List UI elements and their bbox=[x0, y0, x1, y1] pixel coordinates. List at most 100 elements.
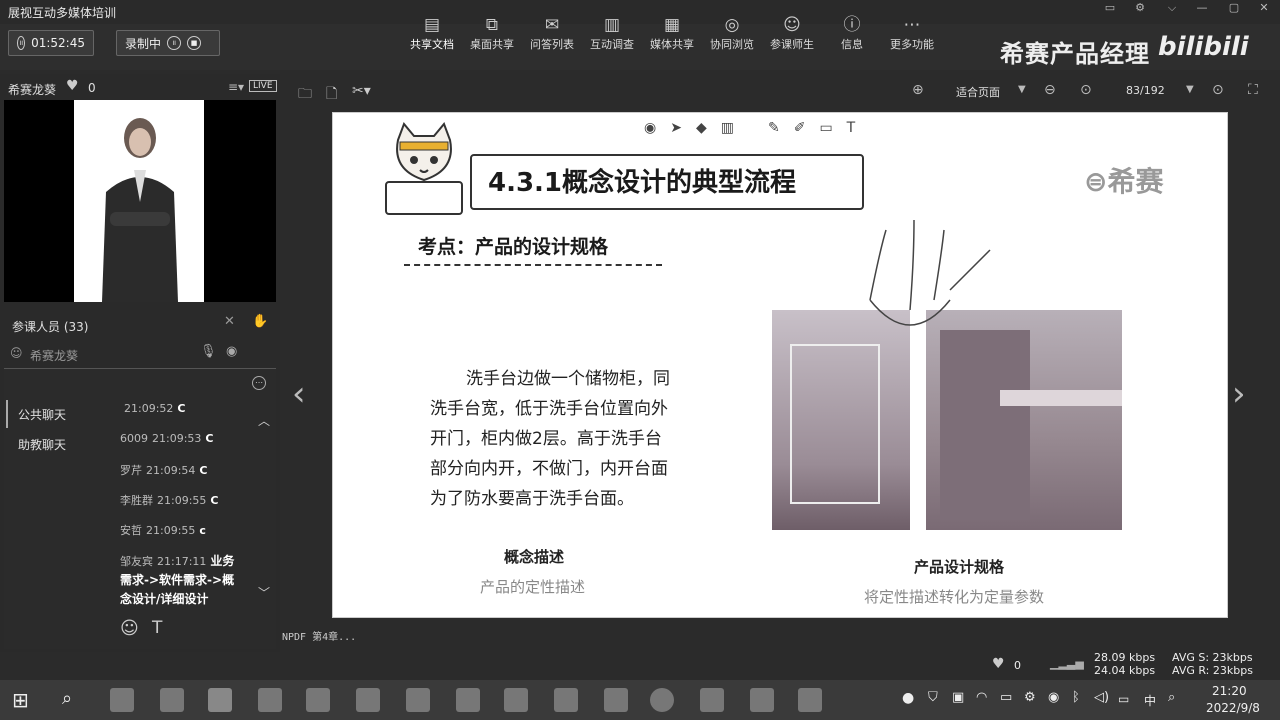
volume-icon[interactable]: ◁) bbox=[1094, 690, 1109, 705]
recording-control[interactable]: 录制中 ॥ ■ bbox=[116, 30, 220, 56]
scroll-down-icon[interactable]: ﹀ bbox=[258, 584, 270, 601]
page-indicator[interactable]: 83/192 bbox=[1126, 84, 1165, 97]
app-icon-5[interactable] bbox=[406, 688, 430, 712]
hand-icon[interactable]: ✋ bbox=[252, 314, 268, 329]
toolbar-document-button[interactable]: ▤ 共享文档 bbox=[402, 14, 462, 52]
xisai-logo-text: 希赛 bbox=[1107, 165, 1164, 198]
zoom-in-icon[interactable]: ⊕ bbox=[912, 82, 924, 98]
toolbar-info-button[interactable]: ⓘ 信息 bbox=[822, 14, 882, 52]
input-method[interactable]: 中 bbox=[1144, 692, 1156, 709]
mute-all-icon[interactable]: ✕ bbox=[224, 314, 235, 329]
scroll-up-icon[interactable]: ︿ bbox=[258, 412, 270, 429]
tray-app-icon-2[interactable]: ▭ bbox=[1000, 690, 1012, 705]
tray-app-icon-3[interactable]: ◉ bbox=[1048, 690, 1059, 705]
camera-icon[interactable]: ◉ bbox=[226, 344, 237, 359]
chevron-down-icon[interactable]: ⌵ bbox=[1160, 0, 1184, 18]
rectangle-icon[interactable]: ▭ bbox=[819, 120, 832, 136]
zoom-mode-select[interactable]: 适合页面 bbox=[956, 84, 1000, 100]
stop-recording-icon[interactable]: ■ bbox=[187, 36, 202, 50]
tray-record-icon[interactable]: ● bbox=[902, 690, 914, 706]
network-icon[interactable]: ▭ bbox=[1118, 692, 1129, 706]
maximize-button[interactable]: ▢ bbox=[1222, 0, 1246, 18]
clock-date[interactable]: 2022/9/8 bbox=[1206, 701, 1260, 715]
shield-icon[interactable]: ⛉ bbox=[928, 690, 938, 705]
next-slide-arrow[interactable]: › bbox=[1232, 374, 1246, 414]
toolbar-desktop-share-button[interactable]: ⧉ 桌面共享 bbox=[462, 14, 522, 52]
chat-time: 21:09:52 bbox=[124, 402, 174, 415]
fullscreen-icon[interactable]: ⛶ bbox=[1248, 82, 1258, 98]
document-icon: ▤ bbox=[423, 15, 441, 35]
video-letterbox-right bbox=[204, 100, 276, 302]
survey-icon: ▥ bbox=[603, 15, 621, 35]
folder-icon[interactable]: 🗀 bbox=[298, 83, 312, 107]
signal-icon: ▁▂▃▅ bbox=[1050, 657, 1084, 670]
highlighter-icon[interactable]: ✐ bbox=[794, 120, 806, 136]
app-icon-11[interactable] bbox=[700, 688, 724, 712]
pen-icon[interactable]: ✎ bbox=[768, 120, 780, 136]
presenter-figure bbox=[102, 118, 178, 302]
toolbar-media-button[interactable]: ▦ 媒体共享 bbox=[642, 14, 702, 52]
minimize-button[interactable]: — bbox=[1190, 0, 1214, 18]
chat-more-icon[interactable]: ⋯ bbox=[252, 376, 266, 390]
app-icon-7[interactable] bbox=[504, 688, 528, 712]
app-icon-1[interactable] bbox=[160, 688, 184, 712]
tab-public-chat[interactable]: 公共聊天 bbox=[18, 406, 66, 423]
heart-icon[interactable]: ♥ bbox=[66, 78, 79, 94]
subtitle-underline bbox=[404, 264, 662, 266]
record-icon[interactable]: ◉ bbox=[644, 120, 656, 136]
clear-icon[interactable]: ▥ bbox=[721, 120, 734, 136]
pause-icon[interactable]: ॥ bbox=[17, 36, 26, 50]
emoji-icon[interactable]: ☺ bbox=[120, 618, 139, 639]
wifi-icon[interactable]: ◠ bbox=[976, 690, 987, 705]
app-icon-10[interactable] bbox=[650, 688, 674, 712]
settings-icon[interactable]: ⚙ bbox=[1128, 0, 1152, 18]
app-icon-9[interactable] bbox=[604, 688, 628, 712]
settings-tray-icon[interactable]: ⚙ bbox=[1024, 690, 1036, 705]
close-button[interactable]: ✕ bbox=[1252, 0, 1276, 18]
pointer-icon[interactable]: ➤ bbox=[670, 120, 682, 136]
app-icon-3[interactable] bbox=[258, 688, 282, 712]
scissors-icon[interactable]: ✂▾ bbox=[352, 83, 371, 99]
toolbar-people-button[interactable]: ☺ 参课师生 bbox=[762, 14, 822, 52]
file-icon[interactable]: 🗋 bbox=[326, 83, 337, 107]
zoom-dropdown-icon[interactable]: ▼ bbox=[1018, 84, 1026, 95]
eraser-icon[interactable]: ◆ bbox=[696, 120, 707, 136]
status-heart-icon[interactable]: ♥ bbox=[992, 656, 1005, 672]
tab-assistant-chat[interactable]: 助教聊天 bbox=[18, 436, 66, 453]
bluetooth-icon[interactable]: ᛒ bbox=[1072, 690, 1080, 705]
toolbar-browse-button[interactable]: ◎ 协同浏览 bbox=[702, 14, 762, 52]
clock-time[interactable]: 21:20 bbox=[1212, 684, 1247, 698]
upload-rate: 28.09 kbps bbox=[1094, 651, 1156, 664]
timer-display: ॥ 01:52:45 bbox=[8, 30, 94, 56]
text-tool-icon[interactable]: T bbox=[847, 120, 856, 136]
edge-browser-icon[interactable] bbox=[110, 688, 134, 712]
chat-sender: 罗芹 bbox=[120, 464, 142, 477]
app-icon-12[interactable] bbox=[750, 688, 774, 712]
app-icon-13[interactable] bbox=[798, 688, 822, 712]
pause-recording-icon[interactable]: ॥ bbox=[167, 36, 182, 50]
window-control-restore[interactable]: ▭ bbox=[1098, 0, 1122, 18]
next-page-icon[interactable]: ⊙ bbox=[1212, 82, 1224, 98]
zoom-out-icon[interactable]: ⊖ bbox=[1044, 82, 1056, 98]
tray-app-icon[interactable]: ▣ bbox=[952, 690, 964, 705]
avg-send: AVG S: 23kbps bbox=[1172, 651, 1253, 664]
previous-page-icon[interactable]: ⊙ bbox=[1080, 82, 1092, 98]
toolbar-survey-button[interactable]: ▥ 互动调查 bbox=[582, 14, 642, 52]
windows-start-icon[interactable]: ⊞ bbox=[12, 688, 29, 712]
app-icon-8[interactable] bbox=[554, 688, 578, 712]
app-icon-2[interactable] bbox=[208, 688, 232, 712]
previous-slide-arrow[interactable]: ‹ bbox=[292, 374, 306, 414]
text-format-icon[interactable]: T bbox=[152, 618, 162, 638]
toolbar-more-button[interactable]: ⋯ 更多功能 bbox=[882, 14, 942, 52]
ime-search-icon[interactable]: ⌕ bbox=[1168, 690, 1175, 705]
description-line: 开门，柜内做2层。高于洗手台 bbox=[430, 429, 662, 449]
file-explorer-icon[interactable] bbox=[356, 688, 380, 712]
app-icon-6[interactable] bbox=[456, 688, 480, 712]
search-icon[interactable]: ⌕ bbox=[62, 688, 72, 709]
toolbar-qa-button[interactable]: ✉ 问答列表 bbox=[522, 14, 582, 52]
page-dropdown-icon[interactable]: ▼ bbox=[1186, 84, 1194, 95]
menu-icon[interactable]: ≡▾ bbox=[228, 80, 244, 94]
hand-drawn-annotation bbox=[869, 219, 991, 326]
microphone-icon[interactable]: 🎙 bbox=[200, 344, 217, 359]
app-icon-4[interactable] bbox=[306, 688, 330, 712]
